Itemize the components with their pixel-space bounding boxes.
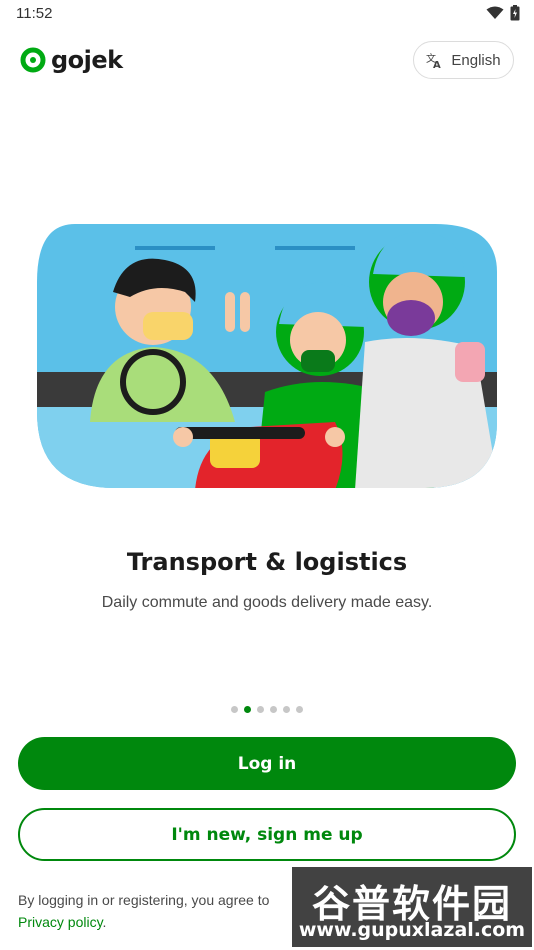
language-label: English [451,51,501,69]
status-time: 11:52 [16,5,53,22]
page-dot[interactable] [283,706,290,713]
onboarding-title: Transport & logistics [126,548,408,576]
language-button[interactable]: 文 A English [413,41,514,79]
watermark-url: www.gupuxlazal.com [298,919,526,941]
onboarding-subtitle: Daily commute and goods delivery made ea… [101,594,433,611]
page-dot[interactable] [257,706,264,713]
gojek-mark-icon [20,47,46,73]
page-dot[interactable] [296,706,303,713]
page-dot-active[interactable] [244,706,251,713]
svg-text:A: A [433,60,441,69]
gojek-logo: gojek [20,46,123,74]
page-dot[interactable] [231,706,238,713]
brand-name: gojek [51,46,123,74]
wifi-icon [486,6,504,19]
battery-icon [510,5,520,21]
privacy-policy-link[interactable]: Privacy policy [18,914,103,930]
legal-prefix: By logging in or registering, you agree … [18,892,270,908]
login-button[interactable]: Log in [18,737,516,790]
legal-suffix: . [102,914,107,930]
signup-button[interactable]: I'm new, sign me up [18,808,516,861]
translate-icon: 文 A [426,52,441,69]
status-bar: 11:52 [0,0,534,28]
page-dot[interactable] [270,706,277,713]
page-indicator [0,706,534,713]
status-icons [486,5,520,21]
transport-illustration [37,224,497,488]
watermark: 谷普软件园 www.gupuxlazal.com [292,867,532,947]
